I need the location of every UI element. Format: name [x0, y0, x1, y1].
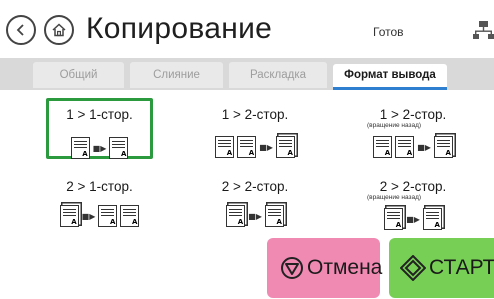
option-2-to-2-sided-rotated[interactable]: 2 > 2-стор. (вращение назад) ■▶ — [358, 176, 468, 236]
document-icon — [237, 136, 257, 158]
duplex-document-icon — [59, 205, 79, 227]
tab-merge[interactable]: Слияние — [130, 62, 223, 88]
duplex-document-icon — [384, 208, 404, 230]
arrow-icon: ■▶ — [92, 143, 107, 153]
document-icon — [70, 137, 90, 159]
option-label: 1 > 2-стор. — [379, 107, 447, 122]
back-button[interactable] — [6, 15, 36, 45]
option-label: 2 > 2-стор. — [221, 179, 289, 194]
arrow-icon: ■▶ — [259, 142, 273, 152]
document-icon — [395, 136, 415, 158]
network-icon — [473, 21, 494, 39]
option-label: 1 > 2-стор. — [221, 107, 289, 122]
start-label: СТАРТ — [429, 256, 494, 279]
option-2-to-2-sided[interactable]: 2 > 2-стор. ■▶ — [205, 176, 305, 236]
document-icon — [120, 205, 140, 227]
start-button[interactable]: СТАРТ — [389, 238, 494, 298]
back-arrow-icon — [16, 24, 24, 36]
cancel-button[interactable]: Отмена — [267, 238, 383, 298]
cancel-label: Отмена — [307, 256, 383, 279]
home-icon — [52, 23, 66, 37]
tab-bar: Общий Слияние Раскладка Формат вывода — [0, 58, 494, 90]
arrow-icon: ■▶ — [248, 211, 262, 221]
option-label: 2 > 2-стор. — [379, 179, 447, 194]
start-diamond-icon — [400, 255, 426, 281]
option-sublabel: (вращение назад) — [367, 122, 422, 129]
option-label: 2 > 1-стор. — [66, 179, 133, 194]
option-2-to-1-sided[interactable]: 2 > 1-стор. ■▶ — [46, 176, 153, 236]
rotate-duplex-document-icon — [422, 208, 442, 230]
arrow-icon: ■▶ — [417, 142, 431, 152]
option-sublabel: (вращение назад) — [367, 194, 422, 201]
tab-output-format[interactable]: Формат вывода — [333, 64, 447, 90]
tab-more[interactable] — [452, 62, 494, 88]
duplex-document-icon — [275, 136, 295, 158]
option-1-to-2-sided-rotated[interactable]: 1 > 2-стор. (вращение назад) ■▶ — [358, 98, 468, 159]
arrow-icon: ■▶ — [81, 211, 96, 221]
home-button[interactable] — [44, 15, 74, 45]
stop-icon — [280, 256, 304, 280]
document-icon — [109, 137, 129, 159]
option-label: 1 > 1-стор. — [66, 107, 133, 122]
option-1-to-2-sided[interactable]: 1 > 2-стор. ■▶ — [205, 98, 305, 159]
status-text: Готов — [373, 25, 404, 39]
header-bar: Копирование Готов — [0, 0, 494, 58]
tab-general[interactable]: Общий — [33, 62, 124, 88]
duplex-document-icon — [264, 205, 284, 227]
tab-layout[interactable]: Раскладка — [229, 62, 327, 88]
document-icon — [215, 136, 235, 158]
document-icon — [373, 136, 393, 158]
option-1-to-1-sided[interactable]: 1 > 1-стор. ■▶ — [46, 98, 153, 159]
arrow-icon: ■▶ — [406, 214, 420, 224]
page-title: Копирование — [86, 12, 273, 45]
duplex-document-icon — [226, 205, 246, 227]
rotate-duplex-document-icon — [433, 136, 453, 158]
document-icon — [98, 205, 118, 227]
